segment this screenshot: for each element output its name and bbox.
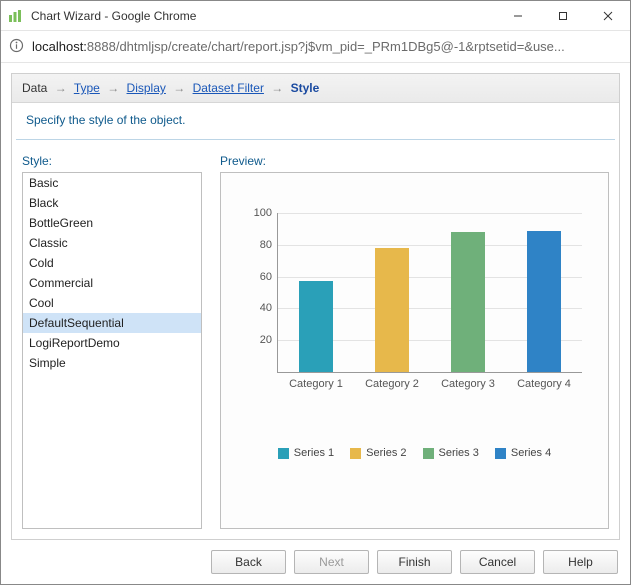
crumb-display[interactable]: Display xyxy=(127,81,166,95)
preview-box: 20406080100Category 1Category 2Category … xyxy=(220,172,609,529)
preview-label: Preview: xyxy=(220,154,609,168)
style-label: Style: xyxy=(22,154,202,168)
bar xyxy=(451,232,485,372)
info-icon xyxy=(9,38,24,56)
url-text[interactable]: localhost:8888/dhtmljsp/create/chart/rep… xyxy=(32,39,622,54)
legend-item: Series 1 xyxy=(278,447,334,459)
style-option[interactable]: BottleGreen xyxy=(23,213,201,233)
preview-chart: 20406080100Category 1Category 2Category … xyxy=(237,203,592,403)
style-option[interactable]: Simple xyxy=(23,353,201,373)
maximize-button[interactable] xyxy=(540,1,585,30)
minimize-button[interactable] xyxy=(495,1,540,30)
back-button[interactable]: Back xyxy=(211,550,286,574)
button-row: Back Next Finish Cancel Help xyxy=(11,540,620,576)
crumb-style: Style xyxy=(291,81,320,95)
next-button[interactable]: Next xyxy=(294,550,369,574)
wizard-panel: Data → Type → Display → Dataset Filter →… xyxy=(11,73,620,540)
bar xyxy=(299,281,333,372)
legend-item: Series 2 xyxy=(350,447,406,459)
crumb-data: Data xyxy=(22,81,47,95)
titlebar: Chart Wizard - Google Chrome xyxy=(1,1,630,31)
style-option[interactable]: Cool xyxy=(23,293,201,313)
style-option[interactable]: DefaultSequential xyxy=(23,313,201,333)
style-option[interactable]: Commercial xyxy=(23,273,201,293)
crumb-dataset-filter[interactable]: Dataset Filter xyxy=(193,81,264,95)
cancel-button[interactable]: Cancel xyxy=(460,550,535,574)
style-option[interactable]: Black xyxy=(23,193,201,213)
legend-item: Series 3 xyxy=(423,447,479,459)
finish-button[interactable]: Finish xyxy=(377,550,452,574)
help-button[interactable]: Help xyxy=(543,550,618,574)
address-bar: localhost:8888/dhtmljsp/create/chart/rep… xyxy=(1,31,630,63)
chart-legend: Series 1 Series 2 Series 3 Series 4 xyxy=(237,447,592,459)
bar xyxy=(527,231,561,373)
style-option[interactable]: Classic xyxy=(23,233,201,253)
close-button[interactable] xyxy=(585,1,630,30)
window-title: Chart Wizard - Google Chrome xyxy=(29,9,495,23)
style-option[interactable]: LogiReportDemo xyxy=(23,333,201,353)
bar xyxy=(375,248,409,372)
window: Chart Wizard - Google Chrome localhost:8… xyxy=(0,0,631,585)
instruction-text: Specify the style of the object. xyxy=(16,103,615,140)
legend-item: Series 4 xyxy=(495,447,551,459)
style-list[interactable]: BasicBlackBottleGreenClassicColdCommerci… xyxy=(22,172,202,529)
style-option[interactable]: Basic xyxy=(23,173,201,193)
style-option[interactable]: Cold xyxy=(23,253,201,273)
breadcrumb: Data → Type → Display → Dataset Filter →… xyxy=(12,74,619,103)
app-icon xyxy=(1,9,29,23)
crumb-type[interactable]: Type xyxy=(74,81,100,95)
